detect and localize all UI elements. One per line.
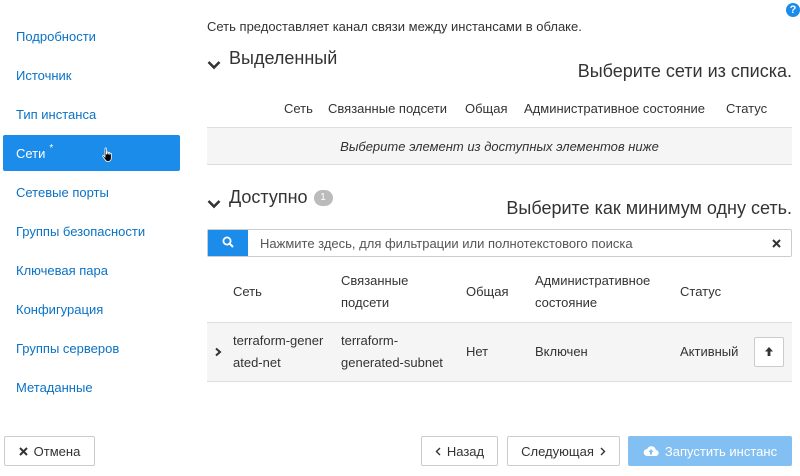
shared-value: Нет <box>466 344 489 359</box>
wizard-sidebar: Подробности Источник Тип инстанса Сети *… <box>0 18 182 408</box>
allocated-empty-row: Выберите элемент из доступных элементов … <box>207 127 792 165</box>
close-icon <box>18 446 28 456</box>
sidebar-item-metadata[interactable]: Метаданные <box>0 369 182 405</box>
available-title: Доступно <box>229 187 308 207</box>
next-button[interactable]: Следующая <box>507 436 620 466</box>
column-header: Связанные подсети <box>328 100 448 116</box>
column-header: Общая <box>465 100 508 116</box>
table-row: terraform-generated-net terraform-genera… <box>207 322 792 382</box>
column-header: Статус <box>726 100 768 116</box>
expand-row-icon[interactable] <box>214 323 226 381</box>
status-value: Активный <box>680 344 739 359</box>
allocated-table-header: Сеть Связанные подсети Общая Администрат… <box>207 100 792 116</box>
column-header: Сеть <box>233 284 262 299</box>
sidebar-item-label: Подробности <box>16 28 96 44</box>
clear-search-icon[interactable] <box>761 230 791 256</box>
cloud-upload-icon <box>643 445 659 457</box>
sidebar-item-configuration[interactable]: Конфигурация <box>0 291 182 327</box>
column-header: Общая <box>466 284 509 299</box>
cancel-label: Отмена <box>33 443 81 459</box>
chevron-down-icon <box>207 54 221 69</box>
required-marker: * <box>49 142 54 154</box>
sidebar-item-label: Группы безопасности <box>16 223 146 239</box>
launch-label: Запустить инстанс <box>664 443 778 459</box>
sidebar-item-label: Тип инстанса <box>16 106 97 122</box>
search-icon <box>222 236 234 251</box>
network-name: terraform-generated-net <box>233 333 324 370</box>
column-header: Статус <box>680 284 722 299</box>
help-icon[interactable]: ? <box>786 3 800 17</box>
cancel-button[interactable]: Отмена <box>4 436 95 466</box>
sidebar-item-label: Группы серверов <box>16 340 120 356</box>
sidebar-item-label: Сети <box>16 145 46 161</box>
available-count-badge: 1 <box>313 189 333 206</box>
sidebar-item-details[interactable]: Подробности <box>0 18 182 54</box>
available-table-header: Сеть Связанные подсети Общая Администрат… <box>207 263 792 321</box>
allocated-hint: Выберите сети из списка. <box>577 61 792 81</box>
sidebar-item-network-ports[interactable]: Сетевые порты <box>0 174 182 210</box>
allocated-section-toggle[interactable]: Выделенный <box>207 48 337 69</box>
column-header: Административное состояние <box>524 100 706 116</box>
intro-text: Сеть предоставляет канал связи между инс… <box>207 19 582 34</box>
sidebar-item-label: Метаданные <box>16 379 93 395</box>
hand-cursor-icon <box>101 147 115 163</box>
available-section-toggle[interactable]: Доступно 1 <box>207 187 333 208</box>
sidebar-item-label: Сетевые порты <box>16 184 109 200</box>
column-header: Сеть <box>284 100 313 116</box>
sidebar-item-flavor[interactable]: Тип инстанса <box>0 96 182 132</box>
search-button[interactable] <box>208 230 248 256</box>
admin-state-value: Включен <box>535 344 588 359</box>
subnet-name: terraform-generated-subnet <box>341 333 443 370</box>
sidebar-item-label: Конфигурация <box>16 301 104 317</box>
chevron-left-icon <box>435 447 441 456</box>
chevron-down-icon <box>207 193 221 208</box>
allocate-button[interactable] <box>754 337 784 367</box>
next-label: Следующая <box>521 443 594 459</box>
back-button[interactable]: Назад <box>421 436 498 466</box>
arrow-up-icon <box>764 345 774 360</box>
allocated-title: Выделенный <box>229 48 338 68</box>
sidebar-item-label: Источник <box>16 67 72 83</box>
sidebar-item-networks[interactable]: Сети * <box>3 135 180 171</box>
available-hint: Выберите как минимум одну сеть. <box>506 198 792 218</box>
search-bar <box>207 229 792 257</box>
chevron-right-icon <box>600 447 606 456</box>
launch-instance-button[interactable]: Запустить инстанс <box>628 436 792 466</box>
sidebar-item-key-pair[interactable]: Ключевая пара <box>0 252 182 288</box>
sidebar-item-security-groups[interactable]: Группы безопасности <box>0 213 182 249</box>
sidebar-item-server-groups[interactable]: Группы серверов <box>0 330 182 366</box>
back-label: Назад <box>446 443 485 459</box>
search-input[interactable] <box>248 230 761 256</box>
column-header: Административное состояние <box>535 273 651 310</box>
sidebar-item-label: Ключевая пара <box>16 262 108 278</box>
column-header: Связанные подсети <box>341 273 409 310</box>
launch-instance-dialog: ? Подробности Источник Тип инстанса Сети… <box>0 0 800 476</box>
empty-message: Выберите элемент из доступных элементов … <box>340 138 659 154</box>
sidebar-item-source[interactable]: Источник <box>0 57 182 93</box>
